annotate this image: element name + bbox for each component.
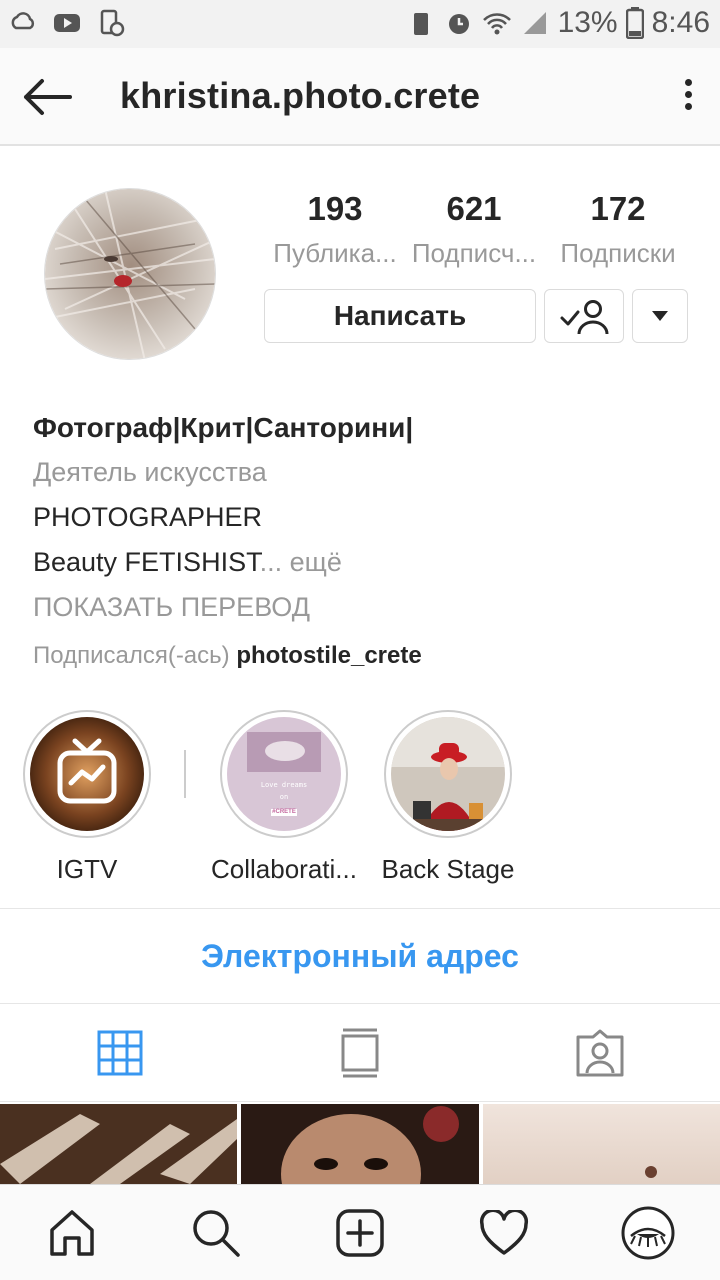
highlight-ring: Love dreams on #CRETE [220,710,348,838]
suggestions-dropdown-button[interactable] [632,289,688,343]
tab-tagged[interactable] [480,1004,720,1101]
show-translation-link[interactable]: ПОКАЗАТЬ ПЕРЕВОД [33,592,693,630]
more-dot [684,91,692,98]
post-thumbnail[interactable] [483,1104,720,1184]
post-thumbnail[interactable] [241,1104,479,1184]
heart-icon [479,1209,529,1255]
avatar-photo [45,189,215,359]
back-button[interactable] [18,72,78,122]
alarm-icon [448,14,469,34]
cloud-sync-icon [11,12,35,30]
tab-grid[interactable] [0,1004,240,1101]
nav-activity[interactable] [432,1185,576,1280]
more-dot [684,103,692,110]
igtv-icon [30,717,144,831]
stat-following[interactable]: 172 Подписки [548,190,688,269]
profile-avatar[interactable] [44,188,216,360]
posts-count: 193 [307,190,363,227]
bio-line-1: PHOTOGRAPHER [33,502,263,532]
more-dots-icon [684,79,692,86]
email-contact-button[interactable]: Электронный адрес [0,908,720,1004]
nav-profile[interactable] [576,1185,720,1280]
top-app-bar: khristina.photo.crete [0,48,720,146]
status-bar: 13% 8:46 [0,0,720,48]
collab-text-1: Love dreams [260,781,308,789]
nav-search[interactable] [144,1185,288,1280]
add-post-icon [336,1208,384,1257]
back-stage-cover [391,717,505,831]
highlight-ring [384,710,512,838]
highlight-igtv[interactable]: IGTV [2,710,172,885]
bio-category: Деятель искусства [33,457,267,487]
stat-posts[interactable]: 193 Публика... [265,190,405,269]
more-options-button[interactable] [678,74,698,120]
feed-icon [341,1028,379,1077]
clock: 8:46 [651,6,710,39]
battery-percent: 13% [557,6,618,39]
back-arrow-icon [24,79,72,115]
post-thumbnail[interactable] [0,1104,237,1184]
profile-bio: Фотограф|Крит|Санторини| Деятель искусст… [33,412,693,670]
signal-icon [523,12,546,34]
following-button[interactable] [544,289,624,343]
stat-followers[interactable]: 621 Подписч... [404,190,544,269]
igtv-cover [30,717,144,831]
post-image [241,1104,479,1184]
highlight-ring [23,710,151,838]
followed-by-user[interactable]: photostile_crete [236,642,421,669]
battery-saver-icon [413,13,428,35]
following-label: Подписки [560,238,676,268]
profile-avatar-icon [621,1206,675,1259]
bio-name: Фотограф|Крит|Санторини| [33,412,414,443]
tab-igtv-feed[interactable] [240,1004,480,1101]
post-image [0,1104,237,1184]
highlight-back-stage[interactable]: Back Stage [363,710,533,885]
profile-username: khristina.photo.crete [120,75,481,116]
phone-clock-icon [100,9,125,37]
highlight-label: Collaborati... [211,854,357,884]
grid-icon [97,1030,143,1075]
collaborations-cover: Love dreams on #CRETE [227,717,341,831]
highlight-label: IGTV [56,854,118,884]
highlights-divider [184,750,186,798]
wifi-icon [482,13,511,35]
collab-tag: #CRETE [272,809,296,815]
tagged-user-icon [576,1029,624,1076]
nav-new-post[interactable] [288,1185,432,1280]
user-check-icon [560,300,609,335]
following-count: 172 [590,190,646,227]
bio-more-link[interactable]: ... ещё [260,547,342,577]
message-button[interactable]: Написать [264,289,536,343]
bio-line-2-wrap: Beauty FETISHIST... ещё [33,547,693,585]
youtube-icon [54,14,80,32]
search-icon [193,1209,240,1257]
followed-by-prefix: Подписался(-ась) [33,642,230,669]
home-icon [50,1209,94,1256]
highlight-label: Back Stage [381,854,515,884]
bio-line-2: Beauty FETISHIST [33,547,260,577]
highlight-collaborations[interactable]: Love dreams on #CRETE Collaborati... [199,710,369,885]
bottom-navigation [0,1184,720,1280]
followers-count: 621 [446,190,502,227]
caret-down-icon [652,311,668,321]
email-contact-label: Электронный адрес [201,937,519,974]
posts-label: Публика... [273,238,397,268]
followers-label: Подписч... [411,238,537,268]
back-stage-image [391,717,505,831]
followed-by[interactable]: Подписался(-ась) photostile_crete [33,642,693,670]
nav-home[interactable] [0,1185,144,1280]
battery-icon [625,7,644,39]
post-image [483,1104,720,1184]
profile-tabs [0,1004,720,1102]
posts-grid [0,1104,720,1184]
collab-text-2: on [279,793,289,801]
